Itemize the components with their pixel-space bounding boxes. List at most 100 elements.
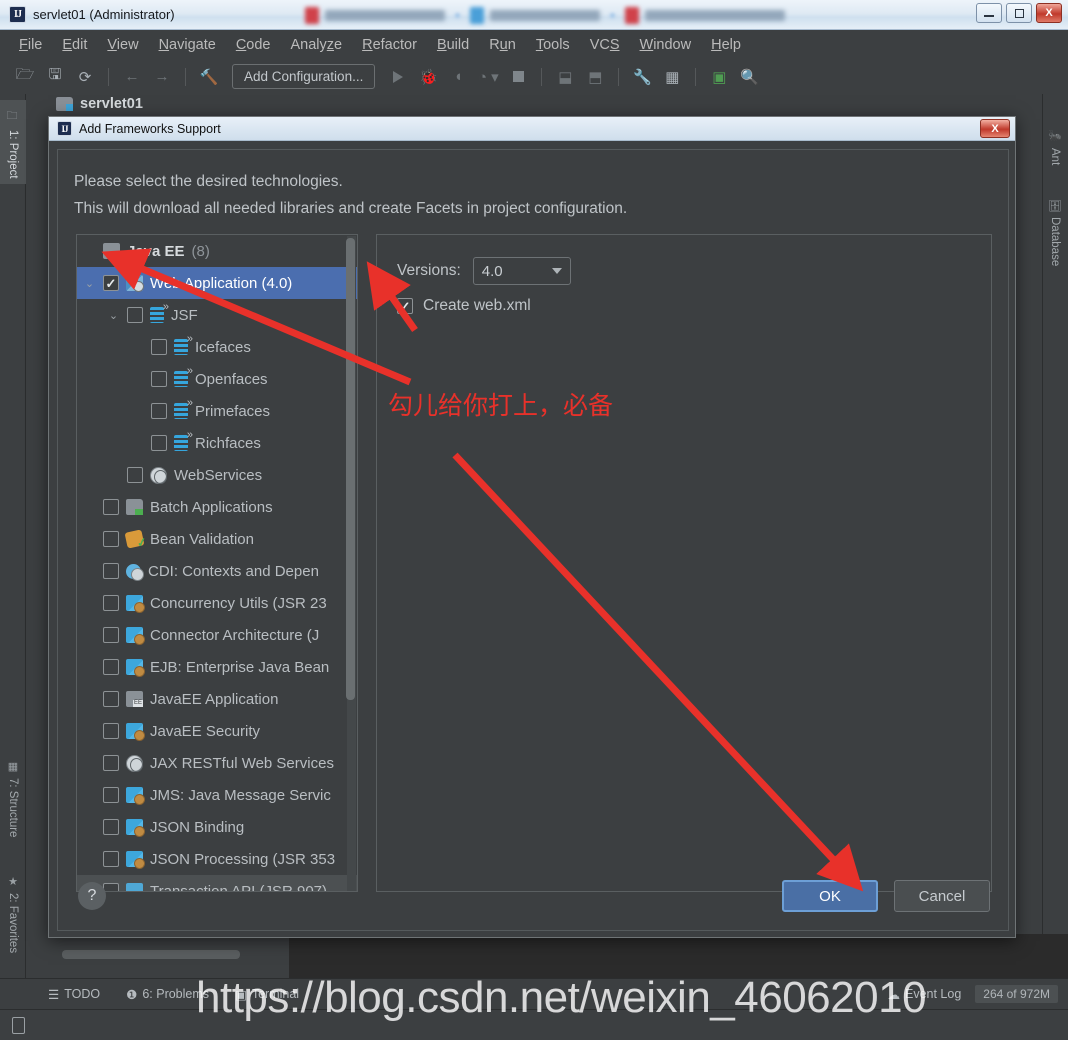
- tree-row[interactable]: ·JavaEE Security: [77, 715, 357, 747]
- chevron-down-icon[interactable]: ⌄: [83, 277, 96, 290]
- ok-button[interactable]: OK: [782, 880, 878, 912]
- sidebar-item-project[interactable]: 🗀 1: Project: [0, 100, 26, 185]
- tree-row[interactable]: ·Openfaces: [77, 363, 357, 395]
- tree-row[interactable]: ·CDI: Contexts and Depen: [77, 555, 357, 587]
- debug-icon[interactable]: 🐞: [415, 65, 441, 89]
- tree-row-checkbox[interactable]: [103, 499, 119, 515]
- tab-separator-dot: [610, 12, 615, 18]
- menu-item-code[interactable]: Code: [227, 34, 280, 56]
- tree-row[interactable]: ·Connector Architecture (J: [77, 619, 357, 651]
- tree-row[interactable]: ·Concurrency Utils (JSR 23: [77, 587, 357, 619]
- open-folder-icon[interactable]: 🗁: [12, 65, 38, 89]
- tree-row-checkbox[interactable]: [151, 339, 167, 355]
- tree-row-checkbox[interactable]: [151, 435, 167, 451]
- menu-item-tools[interactable]: Tools: [527, 34, 579, 56]
- run-icon[interactable]: [385, 65, 411, 89]
- terminal-icon[interactable]: ▣: [706, 65, 732, 89]
- commit-icon[interactable]: ⬒: [582, 65, 608, 89]
- cancel-button[interactable]: Cancel: [894, 880, 990, 912]
- background-tab[interactable]: [295, 0, 455, 30]
- menu-item-run[interactable]: Run: [480, 34, 525, 56]
- tree-row[interactable]: ·JavaEE Application: [77, 683, 357, 715]
- build-hammer-icon[interactable]: 🔨: [196, 65, 222, 89]
- tree-row[interactable]: ·EJB: Enterprise Java Bean: [77, 651, 357, 683]
- tree-row-checkbox[interactable]: [127, 467, 143, 483]
- tree-scrollbar-thumb[interactable]: [346, 238, 355, 700]
- status-item-todo[interactable]: ☰ TODO: [48, 987, 100, 1002]
- tree-row-label: JSF: [171, 306, 198, 324]
- menu-item-view[interactable]: View: [98, 34, 147, 56]
- dialog-close-button[interactable]: X: [980, 119, 1010, 138]
- tree-row-checkbox[interactable]: [103, 723, 119, 739]
- tree-row[interactable]: ·Java EE(8): [77, 235, 357, 267]
- menu-item-vcs[interactable]: VCS: [581, 34, 629, 56]
- horizontal-scrollbar[interactable]: [62, 950, 240, 959]
- menu-item-analyze[interactable]: Analyze: [282, 34, 352, 56]
- tree-scrollbar-track[interactable]: [346, 236, 356, 891]
- forward-arrow-icon[interactable]: →: [149, 65, 175, 89]
- tree-row-checkbox[interactable]: [103, 851, 119, 867]
- tree-row[interactable]: ⌄ ✓ Web Application (4.0): [77, 267, 357, 299]
- back-arrow-icon[interactable]: ←: [119, 65, 145, 89]
- versions-dropdown[interactable]: 4.0: [472, 257, 571, 285]
- profile-icon[interactable]: ◔ ▾: [475, 65, 501, 89]
- menu-item-refactor[interactable]: Refactor: [353, 34, 426, 56]
- tree-row-checkbox[interactable]: [103, 755, 119, 771]
- sidebar-item-structure[interactable]: ▦ 7: Structure: [0, 754, 26, 843]
- stop-icon[interactable]: [505, 65, 531, 89]
- close-button[interactable]: X: [1036, 3, 1062, 23]
- tree-row[interactable]: ·Icefaces: [77, 331, 357, 363]
- tree-row-checkbox[interactable]: [151, 371, 167, 387]
- menu-item-window[interactable]: Window: [631, 34, 701, 56]
- tree-row-checkbox[interactable]: [151, 403, 167, 419]
- memory-indicator[interactable]: 264 of 972M: [975, 985, 1058, 1003]
- settings-wrench-icon[interactable]: 🔧: [629, 65, 655, 89]
- sidebar-item-ant[interactable]: 🐜 Ant: [1042, 124, 1068, 172]
- tree-row-checkbox[interactable]: [103, 819, 119, 835]
- create-webxml-checkbox[interactable]: ✓: [397, 298, 413, 314]
- frameworks-tree[interactable]: ·Java EE(8)⌄✓Web Application (4.0)⌄JSF·I…: [76, 234, 358, 892]
- tree-row-checkbox[interactable]: [103, 595, 119, 611]
- menu-item-navigate[interactable]: Navigate: [150, 34, 225, 56]
- update-project-icon[interactable]: ⬓: [552, 65, 578, 89]
- tree-row[interactable]: ⌄ JSF: [77, 299, 357, 331]
- menu-item-build[interactable]: Build: [428, 34, 478, 56]
- background-tab[interactable]: [460, 0, 610, 30]
- tree-row-checkbox[interactable]: [103, 563, 119, 579]
- tree-row[interactable]: ·JSON Binding: [77, 811, 357, 843]
- sidebar-item-favorites[interactable]: ★ 2: Favorites: [0, 869, 26, 959]
- tree-row[interactable]: ·WebServices: [77, 459, 357, 491]
- tree-row-checkbox[interactable]: ✓: [103, 275, 119, 291]
- menu-item-edit[interactable]: Edit: [53, 34, 96, 56]
- create-webxml-row[interactable]: ✓ Create web.xml: [397, 297, 531, 315]
- tree-row[interactable]: ·Primefaces: [77, 395, 357, 427]
- background-tab[interactable]: [615, 0, 795, 30]
- device-manager-icon[interactable]: [12, 1016, 25, 1034]
- tree-row[interactable]: ·JMS: Java Message Servic: [77, 779, 357, 811]
- menu-item-help[interactable]: Help: [702, 34, 750, 56]
- run-configuration-selector[interactable]: Add Configuration...: [232, 64, 376, 89]
- maximize-button[interactable]: [1006, 3, 1032, 23]
- tree-row[interactable]: ·Richfaces: [77, 427, 357, 459]
- help-button[interactable]: ?: [78, 882, 106, 910]
- tree-row[interactable]: ·Bean Validation: [77, 523, 357, 555]
- tree-row-checkbox[interactable]: [103, 691, 119, 707]
- tree-row-checkbox[interactable]: [103, 659, 119, 675]
- tree-row-checkbox[interactable]: [103, 627, 119, 643]
- sidebar-item-database[interactable]: 🗄 Database: [1042, 192, 1068, 272]
- tree-row[interactable]: ·JAX RESTful Web Services: [77, 747, 357, 779]
- run-coverage-icon[interactable]: ◖: [445, 65, 471, 89]
- tree-row-checkbox[interactable]: [103, 531, 119, 547]
- tree-row[interactable]: ·Batch Applications: [77, 491, 357, 523]
- tree-row-checkbox[interactable]: [127, 307, 143, 323]
- save-all-icon[interactable]: 🖫: [42, 65, 68, 89]
- project-root-node[interactable]: servlet01: [56, 96, 143, 112]
- tree-row-checkbox[interactable]: [103, 787, 119, 803]
- chevron-down-icon[interactable]: ⌄: [107, 309, 120, 322]
- minimize-button[interactable]: [976, 3, 1002, 23]
- menu-item-file[interactable]: File: [10, 34, 51, 56]
- search-everywhere-icon[interactable]: 🔍: [736, 65, 762, 89]
- project-structure-icon[interactable]: ▦: [659, 65, 685, 89]
- sync-icon[interactable]: ⟳: [72, 65, 98, 89]
- editor-area[interactable]: [289, 934, 1068, 978]
